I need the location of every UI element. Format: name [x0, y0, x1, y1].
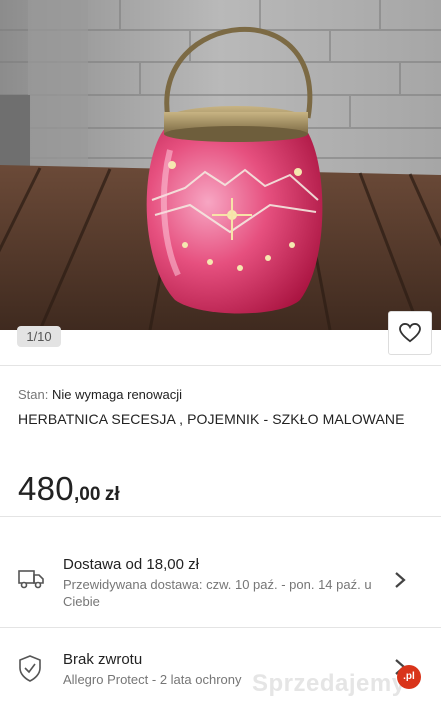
condition-value: Nie wymaga renowacji: [51, 387, 183, 402]
condition-label: Stan:: [18, 387, 49, 402]
favorite-button[interactable]: [388, 311, 432, 355]
chevron-right-icon: [395, 572, 406, 588]
price: 480,00 zł: [18, 470, 120, 508]
price-currency: zł: [104, 484, 120, 505]
returns-title: Brak zwrotu: [63, 651, 143, 668]
delivery-row[interactable]: Dostawa od 18,00 zł Przewidywana dostawa…: [0, 517, 441, 627]
returns-protection: Allegro Protect - 2 lata ochrony: [63, 672, 242, 687]
price-decimal: ,00: [73, 484, 101, 505]
delivery-title: Dostawa od 18,00 zł: [63, 556, 199, 573]
watermark-badge: .pl: [397, 665, 421, 689]
condition: Stan: Nie wymaga renowacji: [18, 387, 182, 402]
photo-counter: 1/10: [17, 326, 61, 347]
divider: [0, 365, 441, 366]
heart-outline-icon: [399, 323, 421, 343]
product-photo[interactable]: [0, 0, 441, 330]
truck-icon: [18, 570, 44, 589]
price-integer: 480: [18, 470, 74, 507]
product-title: HERBATNICA SECESJA , POJEMNIK - SZKŁO MA…: [18, 411, 405, 427]
delivery-estimate: Przewidywana dostawa: czw. 10 paź. - pon…: [63, 577, 372, 609]
shield-check-icon: [19, 655, 41, 682]
watermark-text: Sprzedajemy: [252, 670, 406, 697]
